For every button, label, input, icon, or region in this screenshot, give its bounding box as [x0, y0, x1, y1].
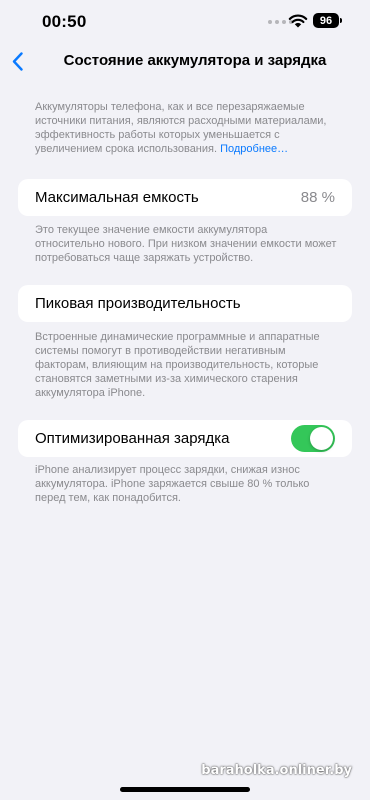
battery-tip [340, 18, 342, 23]
learn-more-link[interactable]: Подробнее… [220, 143, 288, 155]
back-button[interactable] [8, 50, 26, 72]
status-bar: 00:50 96 [0, 0, 370, 44]
status-time: 00:50 [42, 12, 87, 31]
max-capacity-row: Максимальная емкость 88 % [18, 179, 352, 216]
battery-indicator: 96 [313, 13, 339, 28]
peak-performance-row: Пиковая производительность [18, 285, 352, 322]
watermark-text: baraholka.onliner.by [201, 763, 352, 778]
toggle-knob [310, 427, 333, 450]
optimized-charging-label: Оптимизированная зарядка [35, 430, 230, 447]
max-capacity-value: 88 % [300, 189, 335, 206]
wifi-icon [288, 14, 308, 28]
intro-text-block: Аккумуляторы телефона, как и все перезар… [35, 100, 337, 156]
optimized-charging-footnote: iPhone анализирует процесс зарядки, сниж… [35, 464, 310, 504]
peak-performance-label: Пиковая производительность [35, 295, 241, 312]
optimized-charging-toggle[interactable] [291, 425, 335, 452]
optimized-charging-row: Оптимизированная зарядка [18, 420, 352, 457]
max-capacity-label: Максимальная емкость [35, 189, 199, 206]
page-title: Состояние аккумулятора и зарядка [63, 52, 327, 69]
home-indicator [120, 787, 250, 792]
navigation-bar: Состояние аккумулятора и зарядка [0, 44, 370, 78]
chevron-left-icon [12, 51, 23, 71]
peak-performance-footnote: Встроенные динамические программные и ап… [35, 331, 320, 399]
max-capacity-footnote: Это текущее значение емкости аккумулятор… [35, 224, 337, 264]
